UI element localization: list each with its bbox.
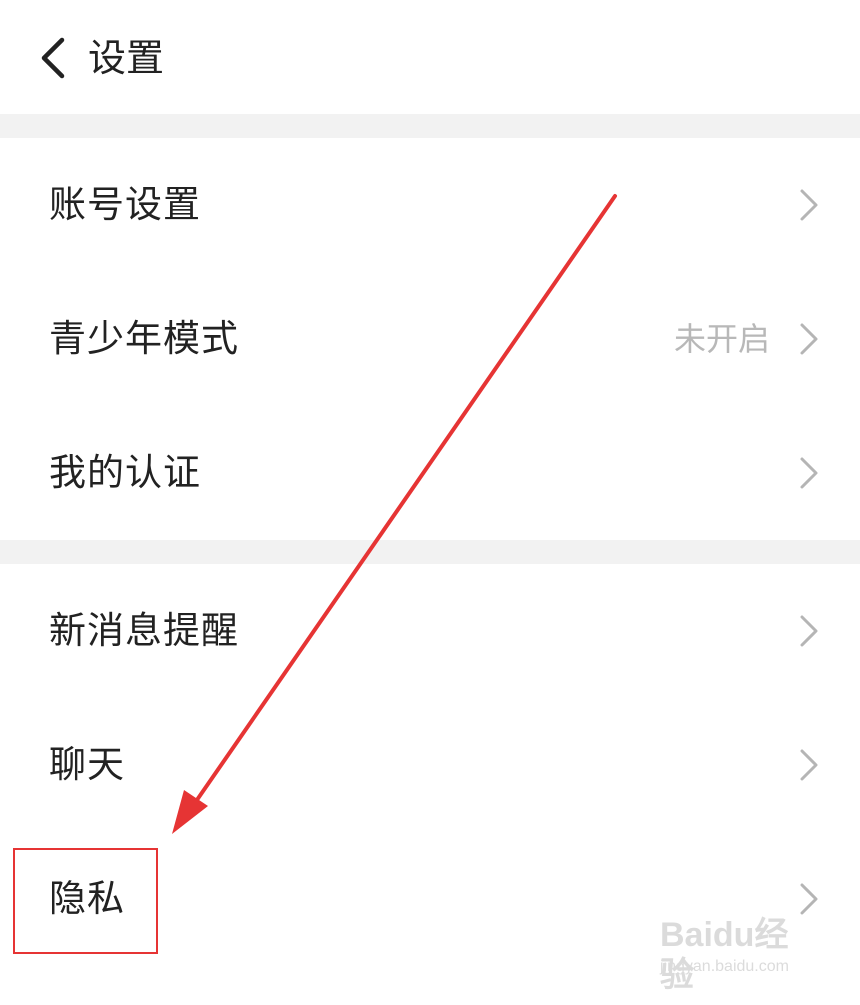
settings-item-account-settings[interactable]: 账号设置 bbox=[0, 138, 860, 272]
top-app-bar: 设置 bbox=[0, 0, 860, 114]
settings-item-label: 青少年模式 bbox=[49, 317, 239, 360]
settings-item-my-verification[interactable]: 我的认证 bbox=[0, 406, 860, 540]
chevron-right-icon bbox=[800, 749, 818, 781]
settings-item-label: 聊天 bbox=[49, 743, 125, 786]
settings-item-label: 账号设置 bbox=[49, 183, 201, 226]
chevron-right-icon bbox=[800, 323, 818, 355]
settings-item-label: 新消息提醒 bbox=[49, 609, 239, 652]
page-title: 设置 bbox=[88, 36, 165, 80]
settings-item-chat[interactable]: 聊天 bbox=[0, 698, 860, 832]
section-divider bbox=[0, 540, 860, 564]
teen-mode-status: 未开启 bbox=[673, 320, 770, 358]
baidu-jingyan-watermark: Baidu经验 jingyan.baidu.com bbox=[660, 915, 820, 994]
settings-item-new-message-alerts[interactable]: 新消息提醒 bbox=[0, 564, 860, 698]
back-arrow-icon[interactable] bbox=[34, 34, 74, 82]
chevron-right-icon bbox=[800, 615, 818, 647]
chevron-right-icon bbox=[800, 883, 818, 915]
settings-group-account: 账号设置 青少年模式 未开启 我的认证 bbox=[0, 138, 860, 540]
settings-item-label: 我的认证 bbox=[49, 451, 201, 494]
watermark-brand: Baidu经验 bbox=[660, 916, 789, 994]
chevron-right-icon bbox=[800, 457, 818, 489]
section-divider bbox=[0, 114, 860, 138]
settings-item-teen-mode[interactable]: 青少年模式 未开启 bbox=[0, 272, 860, 406]
chevron-right-icon bbox=[800, 189, 818, 221]
watermark-url: jingyan.baidu.com bbox=[660, 958, 789, 975]
privacy-highlight-box bbox=[13, 848, 158, 954]
